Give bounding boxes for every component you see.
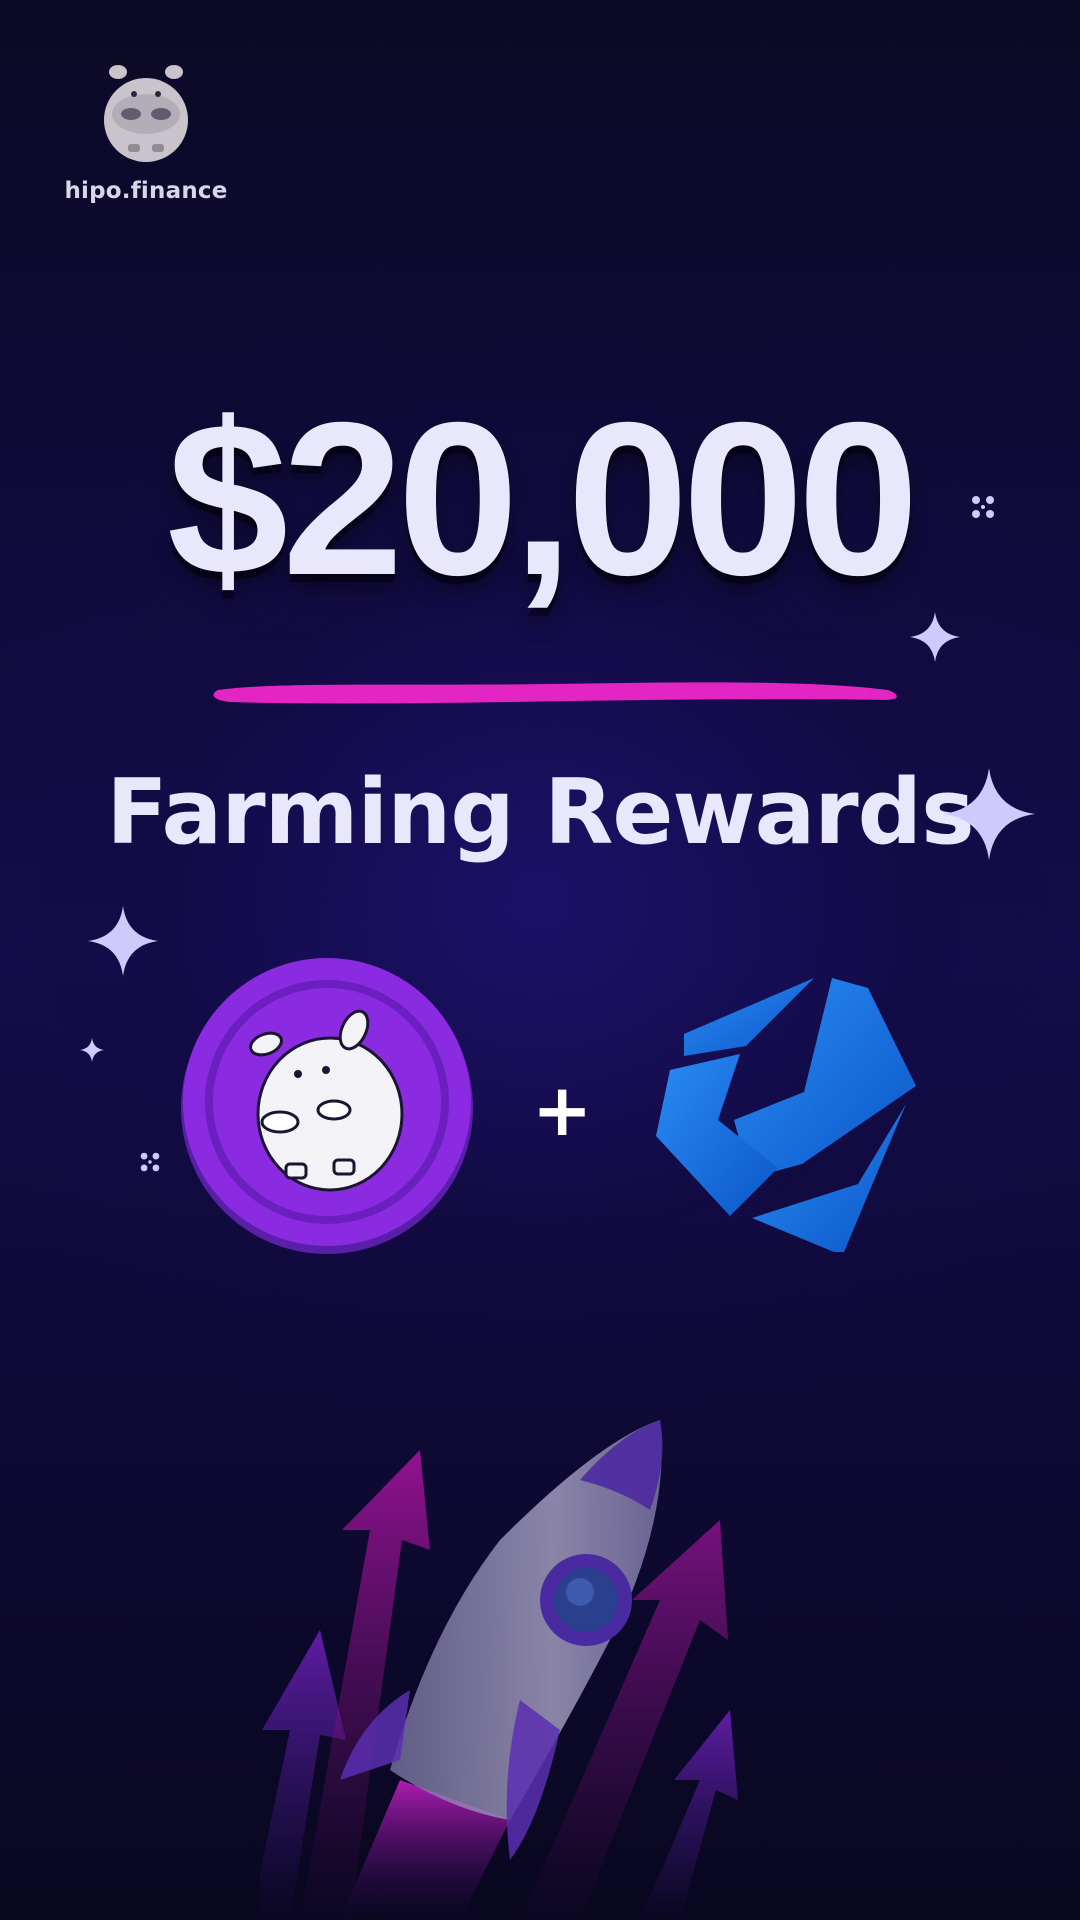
hippo-mascot-icon (104, 65, 188, 162)
blue-gem-token-icon (656, 978, 916, 1252)
rocket-launch-icon (260, 1420, 738, 1920)
highlight-underline (213, 682, 897, 704)
brand-name: hipo.finance (64, 178, 228, 204)
sparkle-dots-icon (972, 496, 994, 518)
brand-logo[interactable]: hipo.finance (60, 60, 232, 220)
sparkle-dots-icon (140, 1152, 160, 1172)
reward-amount: $20,000 (166, 378, 919, 621)
sparkle-star-icon (943, 768, 1035, 860)
hipo-token-icon (181, 958, 473, 1254)
plus-separator: + (532, 1068, 593, 1152)
sparkle-star-icon (80, 1038, 104, 1062)
subtitle: Farming Rewards (106, 760, 974, 865)
sparkle-star-icon (88, 906, 158, 976)
sparkle-star-icon (910, 612, 960, 662)
